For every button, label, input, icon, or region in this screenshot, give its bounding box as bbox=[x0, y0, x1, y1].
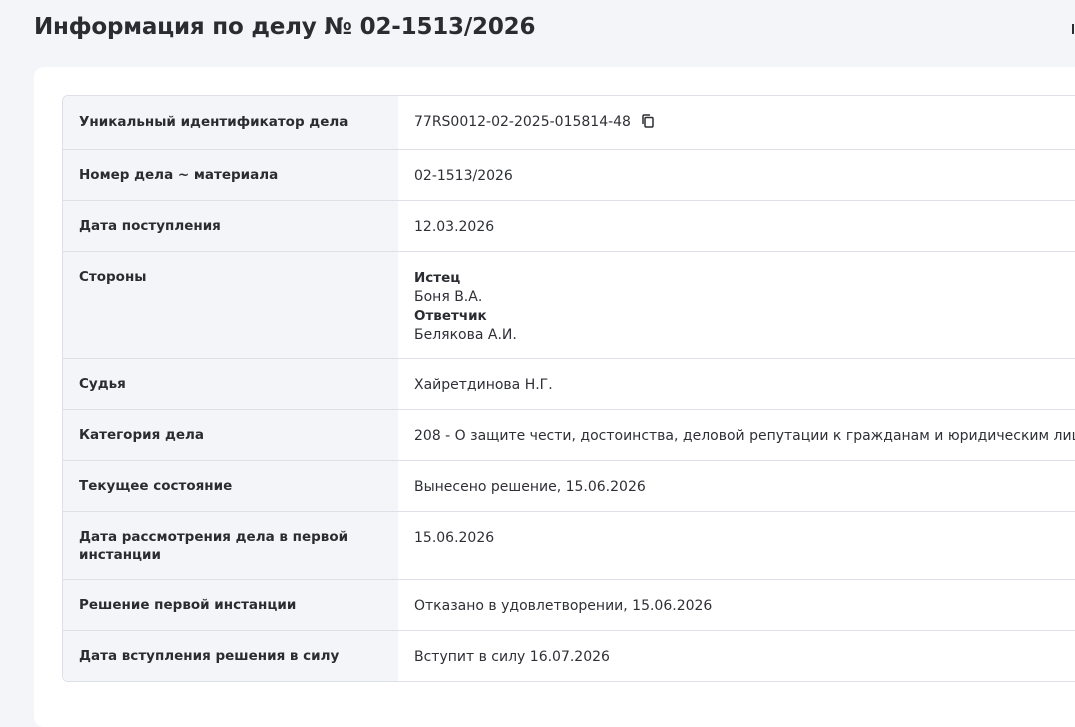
row-value: Вступит в силу 16.07.2026 bbox=[414, 649, 610, 665]
header-edge-control[interactable] bbox=[1072, 24, 1074, 34]
row-label: Уникальный идентификатор дела bbox=[63, 96, 398, 149]
table-row-first-instance-date: Дата рассмотрения дела в первой инстанци… bbox=[63, 511, 1075, 579]
row-label: Решение первой инстанции bbox=[63, 580, 398, 630]
table-row-judge: Судья Хайретдинова Н.Г. bbox=[63, 358, 1075, 409]
unique-id-value: 77RS0012-02-2025-015814-48 bbox=[414, 114, 631, 130]
table-row-current-state: Текущее состояние Вынесено решение, 15.0… bbox=[63, 460, 1075, 511]
row-label: Дата поступления bbox=[63, 201, 398, 251]
row-label: Судья bbox=[63, 359, 398, 409]
parties-list: Истец Боня В.А. Ответчик Белякова А.И. bbox=[398, 252, 1075, 358]
party-role-defendant: Ответчик bbox=[414, 308, 487, 324]
party-name-defendant: Белякова А.И. bbox=[414, 327, 517, 343]
table-row-unique-id: Уникальный идентификатор дела 77RS0012-0… bbox=[63, 96, 1075, 149]
row-label: Текущее состояние bbox=[63, 461, 398, 511]
table-row-first-instance-decision: Решение первой инстанции Отказано в удов… bbox=[63, 579, 1075, 630]
row-value: Хайретдинова Н.Г. bbox=[414, 377, 553, 393]
table-row-receipt-date: Дата поступления 12.03.2026 bbox=[63, 200, 1075, 251]
page-title: Информация по делу № 02-1513/2026 bbox=[34, 14, 536, 40]
row-value: 12.03.2026 bbox=[414, 219, 495, 235]
table-row-parties: Стороны Истец Боня В.А. Ответчик Беляков… bbox=[63, 251, 1075, 358]
case-info-table: Уникальный идентификатор дела 77RS0012-0… bbox=[62, 95, 1075, 682]
row-value: Вынесено решение, 15.06.2026 bbox=[414, 479, 646, 495]
row-value: 02-1513/2026 bbox=[414, 168, 513, 184]
row-value: 77RS0012-02-2025-015814-48 bbox=[398, 96, 1075, 149]
row-label: Дата вступления решения в силу bbox=[63, 631, 398, 681]
row-value: 15.06.2026 bbox=[414, 530, 495, 546]
table-row-effective-date: Дата вступления решения в силу Вступит в… bbox=[63, 630, 1075, 681]
row-label: Номер дела ~ материала bbox=[63, 150, 398, 200]
row-label: Дата рассмотрения дела в первой инстанци… bbox=[63, 512, 398, 579]
row-label: Категория дела bbox=[63, 410, 398, 460]
row-value: 208 - О защите чести, достоинства, делов… bbox=[414, 428, 1075, 444]
copy-icon[interactable] bbox=[640, 113, 656, 129]
row-label: Стороны bbox=[63, 252, 398, 358]
party-role-plaintiff: Истец bbox=[414, 270, 461, 286]
party-name-plaintiff: Боня В.А. bbox=[414, 289, 483, 305]
table-row-category: Категория дела 208 - О защите чести, дос… bbox=[63, 409, 1075, 460]
table-row-case-number: Номер дела ~ материала 02-1513/2026 bbox=[63, 149, 1075, 200]
row-value: Отказано в удовлетворении, 15.06.2026 bbox=[414, 598, 713, 614]
